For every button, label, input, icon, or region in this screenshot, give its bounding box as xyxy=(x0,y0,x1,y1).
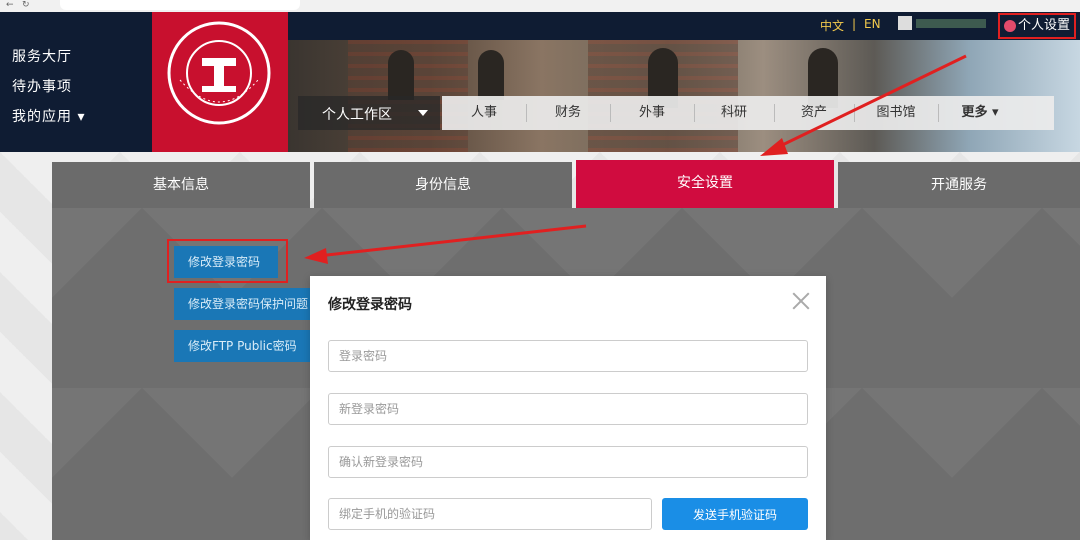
login-password-field[interactable] xyxy=(328,340,808,372)
arrow-head-icon xyxy=(304,248,328,264)
dialog-title: 修改登录密码 xyxy=(328,297,412,313)
new-password-field[interactable] xyxy=(328,393,808,425)
arrow-head-icon xyxy=(760,138,788,156)
sms-code-field[interactable] xyxy=(328,498,652,530)
change-password-dialog: 修改登录密码 发送手机验证码 xyxy=(310,276,826,540)
confirm-password-field[interactable] xyxy=(328,446,808,478)
close-icon[interactable] xyxy=(790,290,812,312)
send-sms-code-button[interactable]: 发送手机验证码 xyxy=(662,498,808,530)
